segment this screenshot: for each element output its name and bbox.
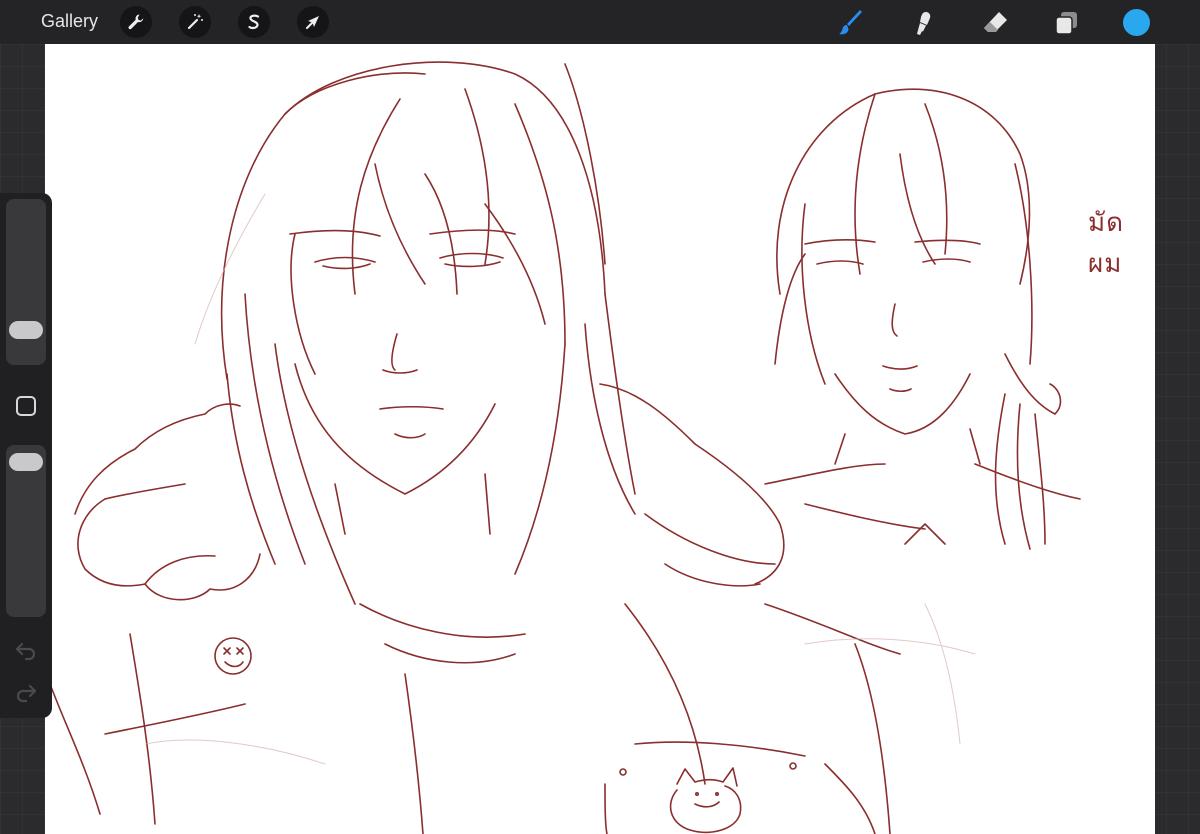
brush-icon [839, 10, 862, 35]
drawing-canvas[interactable]: มัดผม [45, 44, 1155, 834]
left-sidebar [0, 193, 52, 718]
magic-wand-icon [187, 14, 203, 30]
layers-icon [1055, 12, 1077, 35]
redo-button[interactable] [14, 681, 38, 703]
smudge-tool[interactable] [907, 7, 939, 39]
gallery-button[interactable]: Gallery [41, 11, 98, 32]
transform-arrow-icon [306, 16, 319, 29]
wrench-icon [128, 14, 144, 30]
opacity-slider[interactable] [6, 445, 46, 617]
top-toolbar: Gallery [0, 0, 1200, 44]
transform-button[interactable] [297, 6, 329, 38]
undo-icon [15, 642, 36, 661]
eraser-icon [984, 12, 1007, 32]
redo-icon [16, 684, 37, 703]
handwritten-note: มัดผม [1088, 208, 1125, 279]
color-picker[interactable] [1123, 9, 1150, 36]
sketch-artwork [49, 61, 1081, 834]
smudge-icon [917, 12, 931, 35]
opacity-thumb[interactable] [9, 453, 43, 472]
layers-button[interactable] [1050, 7, 1082, 39]
selection-button[interactable] [238, 6, 270, 38]
adjustments-button[interactable] [179, 6, 211, 38]
actions-button[interactable] [120, 6, 152, 38]
eraser-tool[interactable] [979, 7, 1011, 39]
brush-size-slider[interactable] [6, 199, 46, 365]
modify-button[interactable] [16, 396, 36, 416]
brush-size-thumb[interactable] [9, 320, 43, 339]
brush-tool[interactable] [835, 7, 867, 39]
selection-s-icon [248, 14, 260, 30]
undo-button[interactable] [14, 639, 38, 661]
